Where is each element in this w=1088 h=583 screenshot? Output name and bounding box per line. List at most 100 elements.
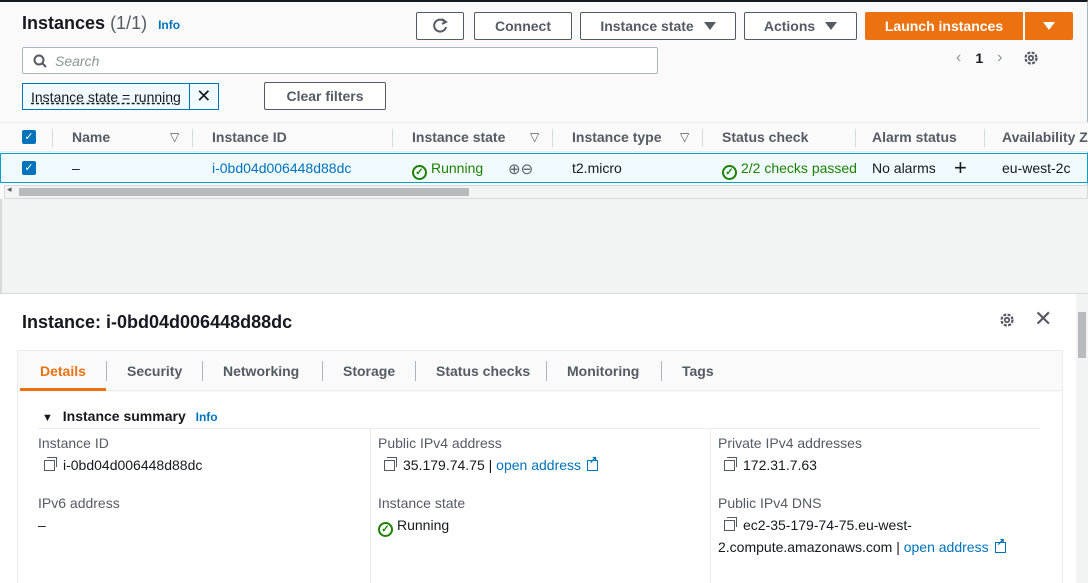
close-icon[interactable]: ✕	[1034, 306, 1052, 332]
public-dns-value-line2: 2.compute.amazonaws.com | open address	[718, 537, 1006, 555]
column-header-availability-zone[interactable]: Availability Z	[1002, 129, 1088, 145]
instance-state-button[interactable]: Instance state	[580, 12, 736, 40]
tab-divider	[106, 361, 107, 381]
refresh-button[interactable]	[416, 12, 464, 40]
refresh-icon	[433, 18, 448, 33]
tab-storage[interactable]: Storage	[343, 363, 395, 379]
summary-column-3: Private IPv4 addresses 172.31.7.63 Publi…	[718, 428, 1058, 583]
add-alarm-icon[interactable]: +	[954, 155, 967, 181]
empty-table-area	[0, 199, 1088, 293]
public-dns-value-line1: ec2-35-179-74-75.eu-west-	[724, 517, 912, 533]
tab-divider	[415, 361, 416, 381]
summary-title: Instance summary	[62, 408, 186, 424]
vertical-scrollbar[interactable]	[1076, 294, 1088, 583]
sort-icon[interactable]: ▽	[170, 130, 179, 144]
instance-details-panel: Instance: i-0bd04d006448d88dc ✕ Details …	[0, 293, 1088, 583]
remove-filter-icon[interactable]: ✕	[190, 86, 218, 107]
select-all-checkbox[interactable]: ✓	[22, 130, 36, 144]
details-content: ▼ Instance summary Info Instance ID i-0b…	[18, 392, 1062, 583]
collapse-caret-icon: ▼	[42, 412, 53, 424]
copy-icon[interactable]	[384, 457, 397, 471]
column-header-status-check[interactable]: Status check	[722, 129, 808, 145]
caret-down-icon	[825, 22, 838, 30]
launch-instances-button[interactable]: Launch instances	[865, 12, 1023, 40]
next-page-icon[interactable]: ›	[997, 49, 1002, 67]
launch-dropdown-button[interactable]	[1025, 12, 1073, 40]
vertical-scrollbar-thumb[interactable]	[1078, 312, 1086, 358]
copy-icon[interactable]	[44, 457, 57, 471]
summary-column-2: Public IPv4 address 35.179.74.75 | open …	[378, 428, 718, 583]
cell-instance-id-link[interactable]: i-0bd04d006448d88dc	[212, 160, 351, 176]
check-circle-icon: ✓	[412, 165, 427, 180]
tab-networking[interactable]: Networking	[223, 363, 299, 379]
filter-chip-label[interactable]: Instance state = running	[23, 84, 190, 109]
active-tab-indicator	[20, 388, 106, 391]
clear-filters-button[interactable]: Clear filters	[264, 82, 386, 110]
cell-alarm-status: No alarms	[872, 160, 936, 176]
actions-button[interactable]: Actions	[744, 12, 857, 40]
column-divider	[192, 129, 193, 147]
instance-state-text: Running	[397, 517, 450, 533]
open-address-link[interactable]: open address	[904, 539, 989, 555]
public-ipv4-label: Public IPv4 address	[378, 435, 502, 451]
public-dns-text-1: ec2-35-179-74-75.eu-west-	[743, 517, 912, 533]
column-header-name[interactable]: Name	[72, 129, 110, 145]
scroll-left-icon[interactable]: ◂	[7, 184, 12, 195]
column-divider	[710, 428, 711, 583]
row-checkbox[interactable]: ✓	[22, 161, 36, 175]
private-ipv4-text: 172.31.7.63	[743, 457, 817, 473]
instance-summary-header[interactable]: ▼ Instance summary Info	[42, 408, 218, 424]
settings-gear-icon[interactable]	[1022, 49, 1040, 67]
open-address-link[interactable]: open address	[496, 457, 581, 473]
page-title: Instances (1/1) Info	[22, 13, 180, 34]
page-title-text: Instances	[22, 13, 106, 33]
public-dns-text-2: 2.compute.amazonaws.com |	[718, 539, 900, 555]
check-circle-icon: ✓	[378, 522, 393, 537]
tab-status-checks[interactable]: Status checks	[436, 363, 530, 379]
instance-id-label: Instance ID	[38, 435, 109, 451]
summary-info-link[interactable]: Info	[196, 410, 218, 424]
tab-monitoring[interactable]: Monitoring	[567, 363, 639, 379]
instance-id-value: i-0bd04d006448d88dc	[44, 457, 202, 473]
zoom-out-icon[interactable]: ⊖	[521, 161, 534, 178]
copy-icon[interactable]	[724, 517, 737, 531]
caret-down-icon	[1043, 22, 1055, 30]
external-link-icon[interactable]	[994, 537, 1006, 553]
caret-down-icon	[703, 22, 716, 30]
column-divider	[984, 129, 985, 147]
table-row[interactable]: ✓ – i-0bd04d006448d88dc ✓ Running ⊕⊖ t2.m…	[0, 153, 1088, 183]
sort-icon[interactable]: ▽	[680, 130, 689, 144]
connect-button[interactable]: Connect	[474, 12, 572, 40]
zoom-in-icon[interactable]: ⊕	[508, 161, 521, 178]
search-input[interactable]: Search	[22, 47, 658, 74]
prev-page-icon[interactable]: ‹	[956, 49, 961, 67]
private-ipv4-label: Private IPv4 addresses	[718, 435, 862, 451]
public-ipv4-text: 35.179.74.75	[403, 457, 485, 473]
private-ipv4-value: 172.31.7.63	[724, 457, 817, 473]
tab-tags[interactable]: Tags	[682, 363, 714, 379]
external-link-icon[interactable]	[587, 455, 599, 471]
column-header-instance-id[interactable]: Instance ID	[212, 129, 287, 145]
page-number[interactable]: 1	[975, 50, 983, 66]
cell-name: –	[72, 160, 80, 176]
instance-id-text: i-0bd04d006448d88dc	[63, 457, 203, 473]
cell-instance-type: t2.micro	[572, 160, 622, 176]
column-divider	[392, 129, 393, 147]
panel-settings-gear-icon[interactable]	[998, 311, 1016, 329]
column-header-alarm-status[interactable]: Alarm status	[872, 129, 957, 145]
info-link[interactable]: Info	[158, 18, 180, 32]
copy-icon[interactable]	[724, 457, 737, 471]
sort-icon[interactable]: ▽	[530, 130, 539, 144]
tab-divider	[661, 361, 662, 381]
instance-state-label: Instance state	[378, 495, 466, 511]
zoom-icons: ⊕⊖	[508, 160, 533, 178]
scrollbar-thumb[interactable]	[19, 188, 469, 196]
details-title: Instance: i-0bd04d006448d88dc	[22, 312, 293, 332]
status-check-label: 2/2 checks passed	[741, 160, 857, 176]
column-header-instance-state[interactable]: Instance state	[412, 129, 505, 145]
column-header-instance-type[interactable]: Instance type	[572, 129, 661, 145]
horizontal-scrollbar[interactable]: ◂	[4, 184, 1088, 199]
tab-security[interactable]: Security	[127, 363, 182, 379]
cell-status-check: ✓ 2/2 checks passed	[722, 160, 857, 180]
tab-details[interactable]: Details	[40, 363, 86, 379]
